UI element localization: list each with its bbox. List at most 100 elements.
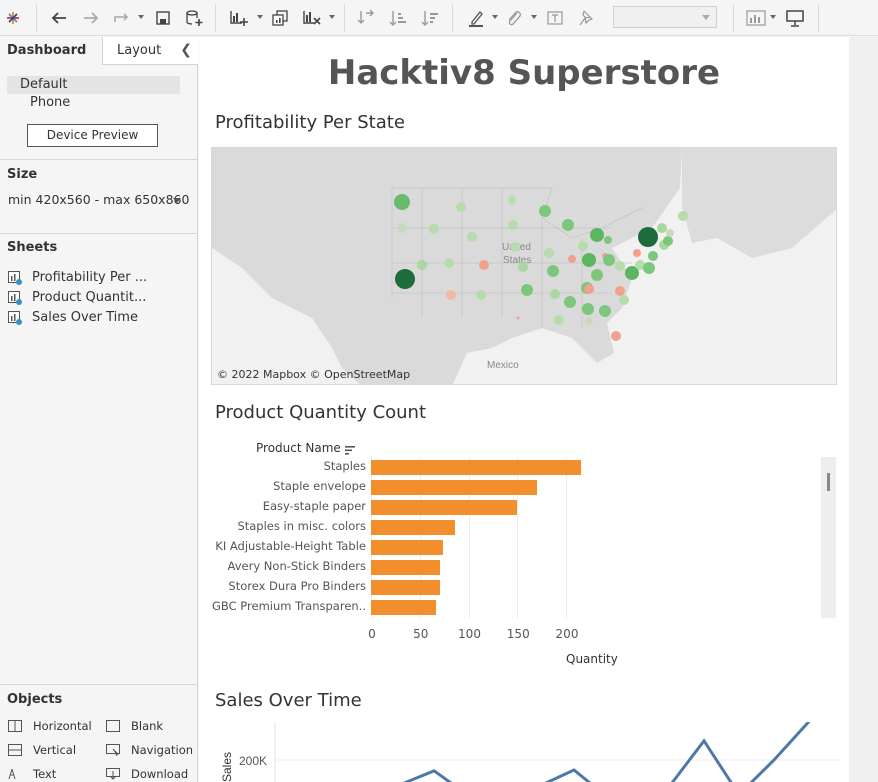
save-icon[interactable]: [153, 6, 173, 30]
state-marker[interactable]: [638, 227, 658, 247]
state-marker[interactable]: [516, 316, 520, 320]
undo-icon[interactable]: [48, 6, 70, 30]
bar-category-label[interactable]: Storex Dura Pro Binders: [199, 579, 366, 593]
object-download[interactable]: Download: [106, 767, 188, 781]
fit-dropdown[interactable]: [613, 6, 717, 28]
state-marker[interactable]: [564, 296, 576, 308]
sort-ascending-icon[interactable]: [387, 6, 409, 30]
state-marker[interactable]: [397, 223, 407, 233]
new-datasource-icon[interactable]: [183, 6, 205, 30]
presentation-icon[interactable]: [783, 6, 807, 30]
state-marker[interactable]: [584, 284, 594, 294]
size-dropdown-caret[interactable]: [173, 198, 181, 203]
device-preview-button[interactable]: Device Preview: [27, 124, 158, 147]
pin-icon[interactable]: [575, 6, 597, 30]
object-vertical[interactable]: Vertical: [8, 743, 76, 757]
state-marker[interactable]: [446, 290, 456, 300]
bar-category-label[interactable]: Easy-staple paper: [199, 499, 366, 513]
scrollbar-thumb[interactable]: [827, 473, 830, 491]
device-phone[interactable]: Phone: [30, 95, 70, 110]
state-marker[interactable]: [663, 236, 673, 246]
bar-category-label[interactable]: Staples in misc. colors: [199, 519, 366, 533]
sheet-item-profitability[interactable]: Profitability Per ...: [8, 270, 147, 285]
state-marker[interactable]: [591, 269, 603, 281]
state-marker[interactable]: [429, 224, 439, 234]
bar[interactable]: [371, 600, 437, 615]
swap-icon[interactable]: [355, 6, 377, 30]
state-marker[interactable]: [508, 220, 518, 230]
state-marker[interactable]: [578, 241, 588, 251]
clear-sheet-icon[interactable]: [300, 6, 324, 30]
object-blank[interactable]: Blank: [106, 719, 163, 733]
tab-layout[interactable]: Layout ❮: [102, 37, 198, 65]
state-marker[interactable]: [648, 251, 658, 261]
device-default[interactable]: Default: [7, 76, 180, 94]
state-marker[interactable]: [550, 289, 560, 299]
state-marker[interactable]: [394, 194, 410, 210]
state-marker[interactable]: [678, 211, 688, 221]
new-worksheet-icon[interactable]: [227, 6, 251, 30]
bar[interactable]: [371, 480, 537, 495]
state-marker[interactable]: [479, 260, 489, 270]
profitability-map[interactable]: United States Mexico: [211, 147, 837, 385]
state-marker[interactable]: [666, 229, 674, 237]
tab-dashboard[interactable]: Dashboard: [0, 37, 102, 65]
object-navigation[interactable]: Navigation: [106, 743, 193, 757]
state-marker[interactable]: [590, 228, 604, 242]
state-marker[interactable]: [395, 269, 415, 289]
label-icon[interactable]: [544, 6, 566, 30]
redo-history-icon[interactable]: [110, 6, 134, 30]
bar[interactable]: [371, 520, 455, 535]
bar[interactable]: [371, 540, 444, 555]
highlight-icon[interactable]: [465, 6, 487, 30]
state-marker[interactable]: [456, 202, 466, 212]
state-marker[interactable]: [568, 255, 576, 263]
state-marker[interactable]: [417, 260, 427, 270]
bar-chart-scrollbar[interactable]: [821, 457, 836, 618]
state-marker[interactable]: [585, 317, 593, 325]
state-marker[interactable]: [615, 286, 625, 296]
state-marker[interactable]: [444, 258, 454, 268]
bar[interactable]: [371, 580, 441, 595]
sheet-item-sales-over-time[interactable]: Sales Over Time: [8, 310, 138, 325]
state-marker[interactable]: [476, 290, 486, 300]
object-text[interactable]: Text: [8, 767, 56, 781]
state-marker[interactable]: [510, 242, 520, 252]
show-me-icon[interactable]: [744, 6, 768, 30]
redo-icon[interactable]: [80, 6, 102, 30]
state-marker[interactable]: [599, 305, 611, 317]
group-icon[interactable]: [503, 6, 525, 30]
bar[interactable]: [371, 500, 518, 515]
state-marker[interactable]: [633, 249, 641, 257]
bar-category-label[interactable]: KI Adjustable-Height Table: [199, 539, 366, 553]
bar-category-label[interactable]: Avery Non-Stick Binders: [199, 559, 366, 573]
state-marker[interactable]: [554, 315, 564, 325]
state-marker[interactable]: [518, 262, 528, 272]
bar-category-label[interactable]: Staple envelope: [199, 479, 366, 493]
state-marker[interactable]: [611, 331, 621, 341]
state-marker[interactable]: [604, 236, 612, 244]
state-marker[interactable]: [467, 232, 477, 242]
bar[interactable]: [371, 460, 581, 475]
tableau-logo-icon[interactable]: [3, 6, 23, 30]
sales-line[interactable]: [349, 722, 811, 782]
product-name-header[interactable]: Product Name: [256, 441, 355, 455]
bar-category-label[interactable]: GBC Premium Transparen..: [199, 599, 366, 613]
state-marker[interactable]: [657, 223, 667, 233]
state-marker[interactable]: [615, 261, 625, 271]
bar[interactable]: [371, 560, 441, 575]
state-marker[interactable]: [539, 205, 551, 217]
state-marker[interactable]: [521, 284, 533, 296]
state-marker[interactable]: [582, 253, 596, 267]
collapse-panel-icon[interactable]: ❮: [180, 42, 192, 58]
state-marker[interactable]: [544, 248, 554, 258]
bar-category-label[interactable]: Staples: [199, 459, 366, 473]
sort-icon[interactable]: [344, 444, 355, 455]
size-dropdown[interactable]: min 420x560 - max 650x860: [8, 192, 189, 207]
state-marker[interactable]: [562, 219, 574, 231]
state-marker[interactable]: [643, 262, 655, 274]
object-horizontal[interactable]: Horizontal: [8, 719, 92, 733]
state-marker[interactable]: [619, 295, 629, 305]
sort-descending-icon[interactable]: [419, 6, 441, 30]
state-marker[interactable]: [547, 265, 559, 277]
